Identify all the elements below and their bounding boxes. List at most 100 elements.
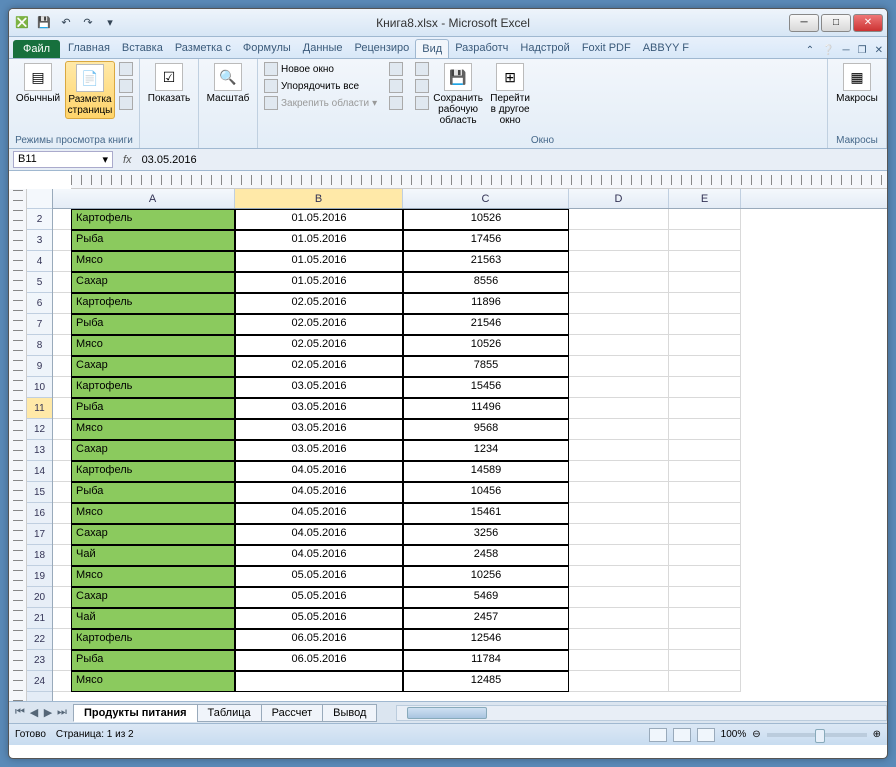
cell[interactable]: 1234 bbox=[403, 440, 569, 461]
cell[interactable]: 15456 bbox=[403, 377, 569, 398]
cell[interactable]: 5469 bbox=[403, 587, 569, 608]
cell[interactable]: 11784 bbox=[403, 650, 569, 671]
cell[interactable] bbox=[669, 272, 741, 293]
cell[interactable] bbox=[569, 503, 669, 524]
cell[interactable] bbox=[669, 314, 741, 335]
cell[interactable]: Сахар bbox=[71, 440, 235, 461]
file-tab[interactable]: Файл bbox=[13, 40, 60, 58]
workbook-restore-icon[interactable]: ❐ bbox=[854, 43, 871, 58]
row-header[interactable]: 11 bbox=[27, 398, 52, 419]
cell[interactable] bbox=[669, 335, 741, 356]
cell[interactable]: 11896 bbox=[403, 293, 569, 314]
row-header[interactable]: 9 bbox=[27, 356, 52, 377]
row-header[interactable]: 2 bbox=[27, 209, 52, 230]
cell[interactable]: 14589 bbox=[403, 461, 569, 482]
cell[interactable]: 01.05.2016 bbox=[235, 209, 403, 230]
row-header[interactable]: 5 bbox=[27, 272, 52, 293]
name-box-dropdown-icon[interactable]: ▾ bbox=[102, 153, 108, 166]
unhide-button[interactable] bbox=[387, 95, 405, 111]
row-header[interactable]: 24 bbox=[27, 671, 52, 692]
cell[interactable] bbox=[669, 398, 741, 419]
switch-windows-button[interactable]: ⊞ Перейти в другое окно bbox=[485, 61, 535, 128]
help-icon[interactable]: ❔ bbox=[818, 43, 838, 58]
column-header[interactable]: C bbox=[403, 189, 569, 208]
tab-prev-icon[interactable]: ◀ bbox=[27, 706, 41, 719]
cell[interactable]: 05.05.2016 bbox=[235, 587, 403, 608]
maximize-button[interactable]: □ bbox=[821, 14, 851, 32]
cell[interactable]: 04.05.2016 bbox=[235, 524, 403, 545]
column-header[interactable]: D bbox=[569, 189, 669, 208]
ribbon-tab[interactable]: Вид bbox=[415, 39, 449, 58]
cell[interactable] bbox=[569, 440, 669, 461]
reset-position-button[interactable] bbox=[413, 95, 431, 111]
ribbon-tab[interactable]: ABBYY F bbox=[637, 39, 695, 58]
cell[interactable]: 2458 bbox=[403, 545, 569, 566]
row-header[interactable]: 16 bbox=[27, 503, 52, 524]
workbook-close-icon[interactable]: ✕ bbox=[871, 43, 887, 58]
cell[interactable] bbox=[669, 650, 741, 671]
cell[interactable]: 04.05.2016 bbox=[235, 482, 403, 503]
row-header[interactable]: 3 bbox=[27, 230, 52, 251]
column-header[interactable]: B bbox=[235, 189, 403, 208]
cell[interactable] bbox=[669, 482, 741, 503]
cell[interactable]: Сахар bbox=[71, 272, 235, 293]
cell[interactable]: 06.05.2016 bbox=[235, 629, 403, 650]
row-header[interactable]: 23 bbox=[27, 650, 52, 671]
cell[interactable]: 11496 bbox=[403, 398, 569, 419]
cell[interactable]: 06.05.2016 bbox=[235, 650, 403, 671]
cell[interactable]: 7855 bbox=[403, 356, 569, 377]
ribbon-tab[interactable]: Вставка bbox=[116, 39, 169, 58]
cell[interactable] bbox=[669, 209, 741, 230]
cell[interactable] bbox=[669, 251, 741, 272]
cell[interactable]: Мясо bbox=[71, 419, 235, 440]
cell[interactable] bbox=[569, 419, 669, 440]
cell[interactable] bbox=[569, 545, 669, 566]
cell[interactable]: Сахар bbox=[71, 587, 235, 608]
row-header[interactable]: 20 bbox=[27, 587, 52, 608]
cell[interactable]: Картофель bbox=[71, 629, 235, 650]
cell[interactable]: 02.05.2016 bbox=[235, 293, 403, 314]
sheet-tab[interactable]: Вывод bbox=[322, 704, 377, 722]
cell[interactable] bbox=[235, 671, 403, 692]
cell[interactable]: Мясо bbox=[71, 671, 235, 692]
sync-scroll-button[interactable] bbox=[413, 78, 431, 94]
cell[interactable] bbox=[669, 440, 741, 461]
cell[interactable] bbox=[569, 566, 669, 587]
cell[interactable]: Сахар bbox=[71, 356, 235, 377]
cell[interactable] bbox=[569, 482, 669, 503]
cell[interactable]: Чай bbox=[71, 545, 235, 566]
cell[interactable]: 2457 bbox=[403, 608, 569, 629]
cell[interactable]: 05.05.2016 bbox=[235, 566, 403, 587]
zoom-slider[interactable] bbox=[767, 733, 867, 737]
cell[interactable]: 02.05.2016 bbox=[235, 335, 403, 356]
name-box[interactable]: B11 ▾ bbox=[13, 151, 113, 168]
cell[interactable]: Сахар bbox=[71, 524, 235, 545]
new-window-button[interactable]: Новое окно bbox=[262, 61, 379, 77]
minimize-button[interactable]: ─ bbox=[789, 14, 819, 32]
freeze-panes-button[interactable]: Закрепить области ▾ bbox=[262, 95, 379, 111]
cell[interactable] bbox=[569, 251, 669, 272]
cell[interactable] bbox=[569, 377, 669, 398]
split-button[interactable] bbox=[387, 61, 405, 77]
cell[interactable]: 01.05.2016 bbox=[235, 251, 403, 272]
undo-icon[interactable]: ↶ bbox=[57, 14, 75, 32]
row-header[interactable]: 6 bbox=[27, 293, 52, 314]
cell[interactable]: Картофель bbox=[71, 377, 235, 398]
row-header[interactable]: 22 bbox=[27, 629, 52, 650]
cell[interactable]: 01.05.2016 bbox=[235, 230, 403, 251]
column-header[interactable]: A bbox=[71, 189, 235, 208]
cell[interactable]: 21546 bbox=[403, 314, 569, 335]
row-header[interactable]: 4 bbox=[27, 251, 52, 272]
qat-more-icon[interactable]: ▾ bbox=[101, 14, 119, 32]
row-header[interactable]: 18 bbox=[27, 545, 52, 566]
full-screen-button[interactable] bbox=[117, 95, 135, 111]
excel-icon[interactable]: ❎ bbox=[13, 14, 31, 32]
cell[interactable] bbox=[569, 356, 669, 377]
cell[interactable] bbox=[669, 545, 741, 566]
cell[interactable] bbox=[569, 335, 669, 356]
cell[interactable] bbox=[569, 209, 669, 230]
ribbon-minimize-icon[interactable]: ⌃ bbox=[802, 43, 818, 58]
cell[interactable]: 12546 bbox=[403, 629, 569, 650]
cell[interactable]: Рыба bbox=[71, 230, 235, 251]
cell[interactable]: Картофель bbox=[71, 461, 235, 482]
